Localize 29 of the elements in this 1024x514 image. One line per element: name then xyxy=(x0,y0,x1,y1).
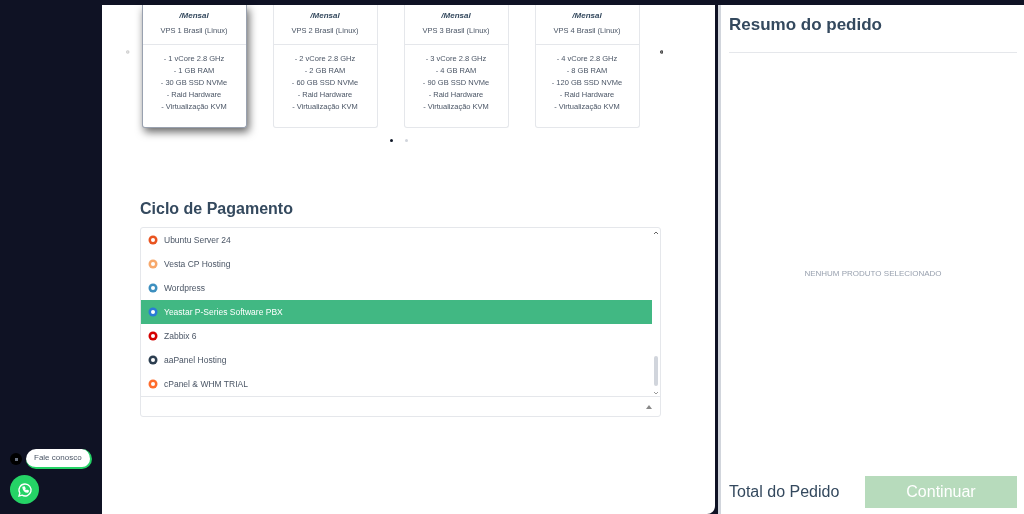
close-icon[interactable] xyxy=(10,453,22,465)
option-label: cPanel & WHM TRIAL xyxy=(164,377,248,391)
section-title: Ciclo de Pagamento xyxy=(140,199,294,219)
plan-period: /Mensal xyxy=(441,10,471,22)
option-item[interactable]: Wordpress xyxy=(141,276,652,300)
total-label: Total do Pedido xyxy=(729,482,840,502)
option-label: Yeastar P-Series Software PBX xyxy=(164,305,283,319)
scroll-down-icon xyxy=(653,390,659,396)
caret-icon xyxy=(646,404,652,409)
option-item[interactable]: cPanel & WHM TRIAL xyxy=(141,372,652,396)
empty-message: NENHUM PRODUTO SELECIONADO xyxy=(804,268,942,281)
option-item[interactable]: Zabbix 6 xyxy=(141,324,652,348)
summary-title: Resumo do pedido xyxy=(729,14,883,36)
option-label: Ubuntu Server 24 xyxy=(164,233,231,247)
option-item[interactable]: Ubuntu Server 24 xyxy=(141,228,652,252)
chat-bubble[interactable]: Fale conosco xyxy=(26,449,92,469)
option-label: Vesta CP Hosting xyxy=(164,257,231,271)
plan-period: /Mensal xyxy=(179,10,209,22)
scroll-up-icon xyxy=(653,230,659,236)
plan-period: /Mensal xyxy=(572,10,602,22)
phone-icon xyxy=(16,481,33,498)
option-item[interactable]: aaPanel Hosting xyxy=(141,348,652,372)
plan-period: /Mensal xyxy=(310,10,340,22)
option-item[interactable]: Vesta CP Hosting xyxy=(141,252,652,276)
option-label: Wordpress xyxy=(164,281,205,295)
option-list[interactable]: Ubuntu Server 24 Vesta CP Hosting Wordpress Yeastar P-Series Software PBX Zabbix 6 aaPanel Hosting cPanel & WHM TRIAL xyxy=(140,227,661,417)
option-label: Zabbix 6 xyxy=(164,329,197,343)
whatsapp-button[interactable] xyxy=(10,475,39,504)
option-label: aaPanel Hosting xyxy=(164,353,227,367)
